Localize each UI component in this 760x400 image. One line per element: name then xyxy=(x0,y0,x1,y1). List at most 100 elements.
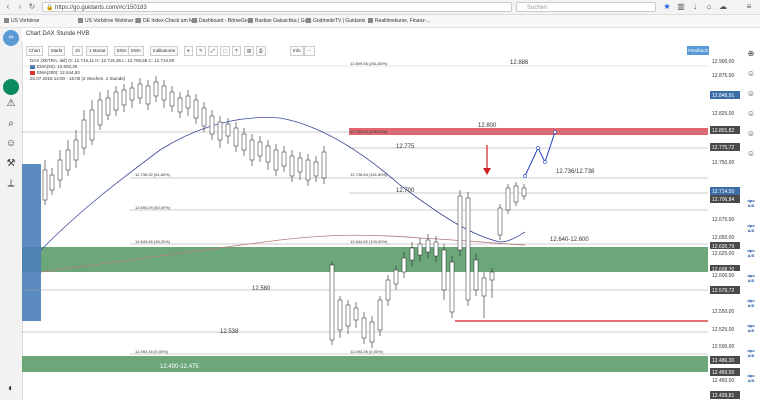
dpo-logo-icon[interactable]: dpo A/S xyxy=(744,248,758,258)
candle-body xyxy=(353,307,359,321)
candle-body xyxy=(89,109,95,141)
price-axis-label: 12.775,72 xyxy=(712,145,734,151)
candle-body xyxy=(369,321,375,343)
candle-body xyxy=(473,259,479,291)
candle-body xyxy=(385,279,391,301)
price-axis-label: 12.900,00 xyxy=(712,59,734,65)
highlight-zone-blue xyxy=(22,164,41,321)
candle-body xyxy=(42,169,48,201)
annotation-12886: 12.886 xyxy=(510,60,529,66)
candle-body xyxy=(49,174,55,191)
fib-label: 12.809,56 (261,80%) xyxy=(350,61,388,66)
candle-body xyxy=(393,269,399,285)
annotation-12580: 12.580 xyxy=(252,286,271,292)
annotation-12538: 12.538 xyxy=(220,329,239,335)
dpo-logo-icon[interactable]: dpo A/S xyxy=(744,323,758,333)
candle-body xyxy=(497,207,503,236)
candle-body xyxy=(433,241,439,257)
user-icon[interactable]: ☺ xyxy=(745,88,757,100)
candle-body xyxy=(81,119,87,149)
price-axis-label: 12.525,00 xyxy=(712,327,734,333)
price-axis-label: 12.469,50 xyxy=(712,370,734,376)
candle-body xyxy=(289,155,295,177)
user-icon[interactable]: ☺ xyxy=(745,108,757,120)
candle-body xyxy=(217,121,223,141)
candle-body xyxy=(185,95,191,109)
fib-label: 12.738,64 (161,80%) xyxy=(350,172,388,177)
price-axis-label: 12.625,00 xyxy=(712,251,734,257)
price-axis-label: 12.579,72 xyxy=(712,288,734,294)
candle-body xyxy=(273,149,279,171)
price-axis-label: 12.848,91 xyxy=(712,93,734,99)
price-axis-label: 12.801,82 xyxy=(712,128,734,134)
candle-body xyxy=(409,247,415,261)
user-icon[interactable]: ☺ xyxy=(745,148,757,160)
candle-body xyxy=(145,85,151,105)
fib-label: 12.493,26 (0,00%) xyxy=(350,349,384,354)
annotation-12700: 12.700 xyxy=(396,188,415,194)
candle-body xyxy=(121,89,127,106)
fib-label: 12.793,54 (238,60%) xyxy=(350,129,388,134)
candle-body xyxy=(457,195,463,251)
candle-body xyxy=(505,187,511,211)
candle-body xyxy=(329,264,335,341)
candle-body xyxy=(361,317,367,339)
candle-body xyxy=(65,149,71,171)
candle-body xyxy=(321,151,327,179)
dpo-logo-icon[interactable]: dpo A/S xyxy=(744,348,758,358)
candle-body xyxy=(465,197,471,301)
annotation-12775: 12.775 xyxy=(396,144,415,150)
candle-body xyxy=(481,277,487,297)
candle-body xyxy=(129,87,135,101)
dpo-logo-icon[interactable]: dpo A/S xyxy=(744,373,758,383)
candle-body xyxy=(57,159,63,181)
candle-body xyxy=(313,161,319,177)
dpo-logo-icon[interactable]: dpo A/S xyxy=(744,273,758,283)
price-axis-label: 12.825,00 xyxy=(712,111,734,117)
fib-label: 12.644,52 (100,00%) xyxy=(350,239,388,244)
price-axis-label: 12.706,84 xyxy=(712,197,734,203)
user-icon[interactable]: ☺ xyxy=(745,128,757,140)
price-axis-label: 12.500,00 xyxy=(712,344,734,350)
candle-body xyxy=(345,304,351,327)
candle-body xyxy=(113,91,119,111)
annotation-12736: 12.736/12.738 xyxy=(556,169,595,175)
price-chart[interactable]: 12.886 12.800 12.775 12.736/12.738 12.70… xyxy=(0,0,742,400)
price-axis-label: 12.486,30 xyxy=(712,358,734,364)
candle-body xyxy=(401,257,407,273)
candle-body xyxy=(225,123,231,137)
candle-body xyxy=(177,97,183,113)
candle-body xyxy=(297,157,303,173)
dpo-logo-icon[interactable]: dpo A/S xyxy=(744,198,758,208)
dpo-logo-icon[interactable]: dpo A/S xyxy=(744,223,758,233)
menu-icon[interactable]: ≡ xyxy=(744,2,754,12)
candle-body xyxy=(417,243,423,256)
candle-body xyxy=(209,115,215,135)
dpo-logo-icon[interactable]: dpo A/S xyxy=(744,298,758,308)
candle-body xyxy=(233,127,239,147)
candle-body xyxy=(201,107,207,127)
fib-label: 12.690,09 (50,00%) xyxy=(135,205,171,210)
candle-body xyxy=(337,299,343,331)
candle-body xyxy=(441,249,447,291)
user-icon[interactable]: ☺ xyxy=(745,68,757,80)
candle-body xyxy=(193,99,199,119)
support-zone-green-low xyxy=(22,356,708,372)
resistance-zone-red xyxy=(349,128,708,135)
red-arrow-head xyxy=(483,168,491,175)
candle-body xyxy=(137,83,143,99)
right-sidebar: ⊕ ☺ ☺ ☺ ☺ ☺ dpo A/S dpo A/S dpo A/S dpo A/S … xyxy=(742,28,760,400)
fib-label: 12.493,16 (0,00%) xyxy=(135,349,169,354)
candle-body xyxy=(449,261,455,313)
candle-body xyxy=(489,271,495,281)
annotation-12640: 12.640-12.600 xyxy=(550,237,589,243)
price-axis-label: 12.450,00 xyxy=(712,378,734,384)
candle-body xyxy=(281,151,287,167)
add-widget-icon[interactable]: ⊕ xyxy=(745,48,757,60)
fib-label: 12.643,66 (38,20%) xyxy=(135,239,171,244)
candle-body xyxy=(97,99,103,126)
candle-body xyxy=(521,187,527,197)
price-axis-label: 12.714,50 xyxy=(712,189,734,195)
support-zone-green xyxy=(22,247,708,272)
price-axis-label: 12.875,00 xyxy=(712,73,734,79)
